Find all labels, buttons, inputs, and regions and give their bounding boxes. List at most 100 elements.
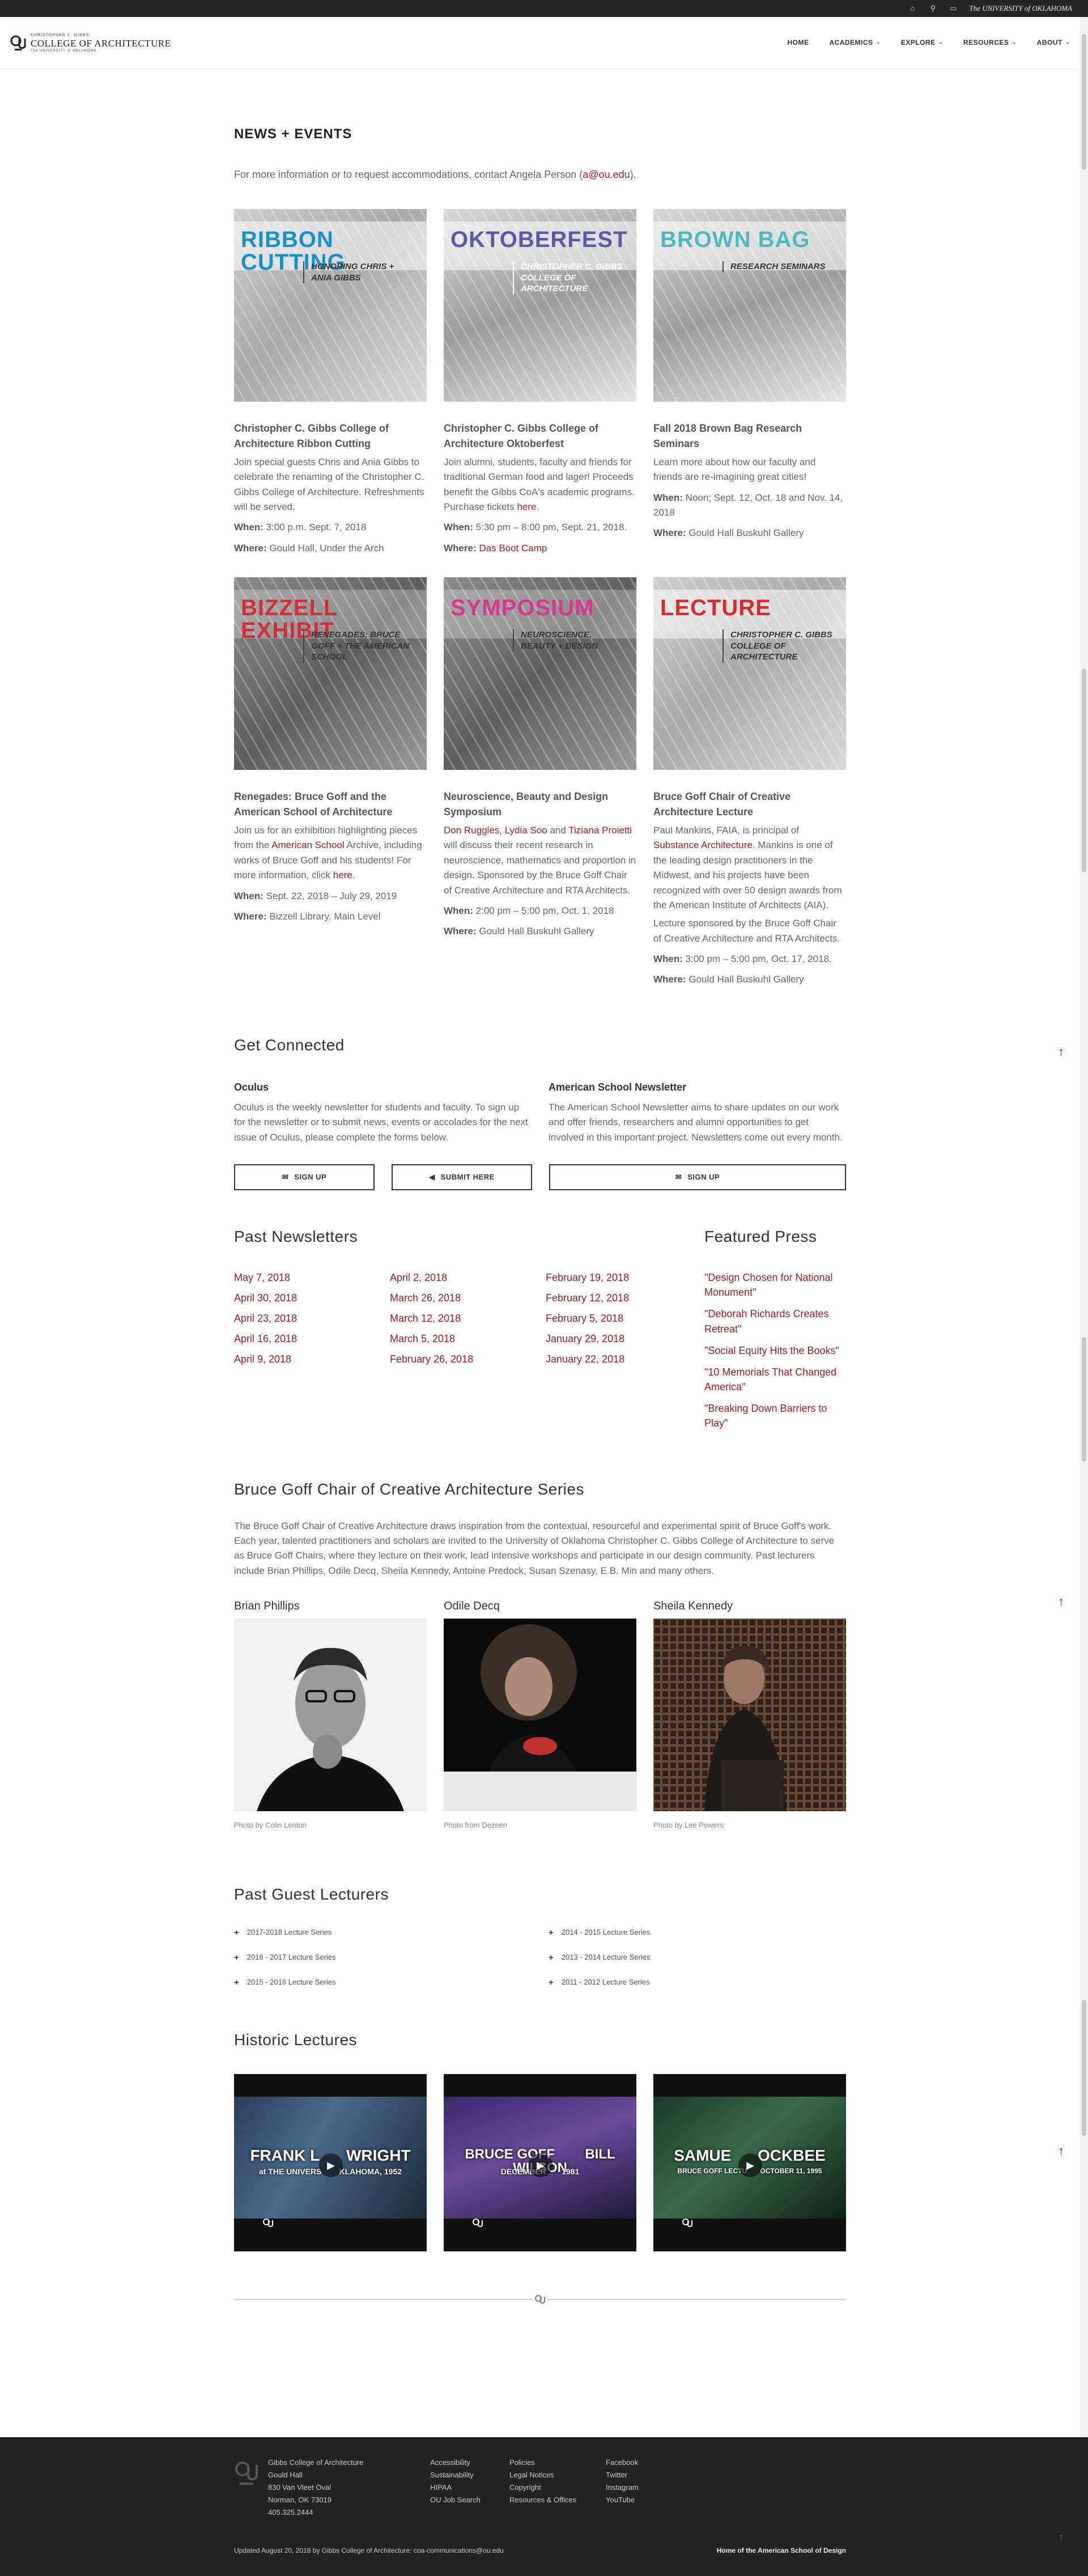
scrollbar[interactable] [1080, 17, 1088, 2576]
newsletter-link[interactable]: April 23, 2018 [234, 1311, 376, 1326]
play-icon[interactable]: ▶ [319, 2153, 343, 2177]
lecture-series-toggle[interactable]: +2015 - 2016 Lecture Series [234, 1975, 549, 1989]
photo-credit: Photo by Colin Lenton [234, 1820, 307, 1829]
video-player[interactable]: SAMUE OCKBEE BRUCE GOFF LECTU OCTOBER 11… [653, 2073, 846, 2251]
newsletter-link[interactable]: March 26, 2018 [390, 1291, 532, 1306]
event-when: 3:00 pm – 5:00 pm, Oct. 17, 2018. [685, 953, 832, 964]
footer-email-link[interactable]: coa-communications@ou.edu [414, 2547, 504, 2554]
footer-link[interactable]: Legal Notices [509, 2469, 606, 2481]
venue-link[interactable]: Das Boot Camp [479, 543, 547, 553]
press-link[interactable]: "10 Memorials That Changed America" [704, 1365, 846, 1394]
american-school-signup-button[interactable]: ✉ SIGN UP [549, 1164, 846, 1190]
nav-explore[interactable]: EXPLORE ⌄ [901, 37, 943, 48]
footer-link[interactable]: Policies [509, 2456, 606, 2469]
firm-link[interactable]: Substance Architecture [653, 840, 753, 850]
lecture-series-toggle[interactable]: +2011 - 2012 Lecture Series [549, 1975, 846, 1989]
footer-social-link[interactable]: Instagram [606, 2481, 685, 2494]
event-image[interactable]: OKTOBERFEST CHRISTOPHER C. GIBBS COLLEGE… [444, 209, 636, 402]
nav-about[interactable]: ABOUT ⌄ [1037, 37, 1070, 48]
newsletter-link[interactable]: February 19, 2018 [546, 1270, 687, 1285]
newsletter-link[interactable]: March 12, 2018 [390, 1311, 532, 1326]
speaker-link[interactable]: Don Ruggles [444, 825, 499, 836]
newsletter-link[interactable]: January 22, 2018 [546, 1352, 687, 1367]
american-school-newsletter-text: The American School Newsletter aims to s… [549, 1101, 843, 1143]
event-card: SYMPOSIUM NEUROSCIENCE, BEAUTY + DESIGN … [444, 577, 636, 987]
search-icon[interactable]: ⚲ [928, 5, 937, 12]
lecturer-photo [234, 1618, 427, 1811]
nav-academics[interactable]: ACADEMICS ⌄ [829, 37, 880, 48]
footer-link[interactable]: OU Job Search [430, 2494, 509, 2506]
footer-link[interactable]: HIPAA [430, 2481, 509, 2494]
oculus-signup-button[interactable]: ✉ SIGN UP [234, 1164, 375, 1190]
newsletter-link[interactable]: April 2, 2018 [390, 1270, 532, 1285]
more-info-link[interactable]: here [333, 870, 352, 880]
back-to-top-icon[interactable]: ↑ [1058, 2141, 1064, 2161]
newsletter-link[interactable]: January 29, 2018 [546, 1331, 687, 1347]
footer-tagline[interactable]: Home of the American School of Design [717, 2545, 846, 2556]
footer-social-link[interactable]: Facebook [606, 2456, 685, 2469]
college-logo[interactable]: CHRISTOPHER C. GIBBS COLLEGE OF ARCHITEC… [10, 33, 171, 53]
lecture-series-toggle[interactable]: +2013 - 2014 Lecture Series [549, 1951, 846, 1964]
newsletter-link[interactable]: February 26, 2018 [390, 1352, 532, 1367]
footer-social-link[interactable]: Twitter [606, 2469, 685, 2481]
event-image[interactable]: RIBBON CUTTING HONORING CHRIS + ANIA GIB… [234, 209, 427, 402]
lecture-series-toggle[interactable]: +2017-2018 Lecture Series [234, 1926, 549, 1939]
newsletter-link[interactable]: April 30, 2018 [234, 1291, 376, 1306]
nav-home[interactable]: HOME [787, 37, 809, 48]
historic-lectures-heading: Historic Lectures [234, 2031, 358, 2049]
chat-icon[interactable]: ▭ [949, 5, 958, 12]
speaker-link[interactable]: Tiziana Proietti [568, 825, 632, 836]
footer-link[interactable]: Accessibility [430, 2456, 509, 2469]
newsletter-link[interactable]: March 5, 2018 [390, 1331, 532, 1347]
back-to-top-icon[interactable]: ↑ [1058, 1042, 1064, 1062]
newsletter-link[interactable]: February 12, 2018 [546, 1291, 687, 1306]
event-image[interactable]: BIZZELL EXHIBIT RENEGADES: BRUCE GOFF + … [234, 577, 427, 770]
back-to-top-icon[interactable]: ↑ [1058, 2528, 1064, 2547]
event-image[interactable]: LECTURE CHRISTOPHER C. GIBBS COLLEGE OF … [653, 577, 846, 770]
lecturer-name: Odile Decq [444, 1599, 500, 1612]
event-where: Gould Hall Buskuhl Gallery [688, 974, 804, 985]
play-icon[interactable]: ▶ [738, 2153, 762, 2177]
newsletter-link[interactable]: May 7, 2018 [234, 1270, 376, 1285]
footer-link[interactable]: Sustainability [430, 2469, 509, 2481]
event-image[interactable]: BROWN BAG RESEARCH SEMINARS [653, 209, 846, 402]
ou-logo-icon [533, 2290, 547, 2308]
newsletter-link[interactable]: February 5, 2018 [546, 1311, 687, 1326]
main-content: NEWS + EVENTS For more information or to… [234, 124, 846, 2308]
ou-logo-icon [263, 2218, 273, 2227]
lecturer-photo [444, 1618, 636, 1811]
university-wordmark[interactable]: The UNIVERSITY of OKLAHOMA [969, 3, 1072, 14]
press-link[interactable]: "Design Chosen for National Monument" [704, 1270, 846, 1300]
press-link[interactable]: "Deborah Richards Creates Retreat" [704, 1306, 846, 1336]
chevron-down-icon: ⌄ [1012, 40, 1017, 45]
footer-link[interactable]: Resources & Offices [509, 2494, 606, 2506]
lecture-series-toggle[interactable]: +2014 - 2015 Lecture Series [549, 1926, 846, 1939]
lecturer-photo [653, 1618, 846, 1811]
contact-email-link[interactable]: a@ou.edu [583, 169, 630, 180]
home-icon[interactable]: ⌂ [908, 5, 917, 12]
past-guest-lecturers-heading: Past Guest Lecturers [234, 1885, 389, 1903]
footer-link[interactable]: Copyright [509, 2481, 606, 2494]
speaker-link[interactable]: Lydia Soo [505, 825, 547, 836]
newsletter-column: May 7, 2018 April 30, 2018 April 23, 201… [234, 1270, 376, 1372]
newsletter-link[interactable]: April 16, 2018 [234, 1331, 376, 1347]
newsletter-column: April 2, 2018 March 26, 2018 March 12, 2… [390, 1270, 532, 1372]
event-image[interactable]: SYMPOSIUM NEUROSCIENCE, BEAUTY + DESIGN [444, 577, 636, 770]
submit-news-button[interactable]: ◀ SUBMIT HERE [392, 1164, 532, 1190]
press-link[interactable]: "Breaking Down Barriers to Play" [704, 1401, 846, 1430]
video-player[interactable]: FRANK L WRIGHT at THE UNIVERS KLAHOMA, 1… [234, 2073, 427, 2251]
lecture-series-toggle[interactable]: +2016 - 2017 Lecture Series [234, 1951, 549, 1964]
lecturer-name: Sheila Kennedy [653, 1599, 733, 1612]
nav-resources[interactable]: RESOURCES ⌄ [963, 37, 1017, 48]
main-nav: HOME ACADEMICS ⌄ EXPLORE ⌄ RESOURCES ⌄ ABOU… [787, 37, 1070, 48]
event-image-subtitle: NEUROSCIENCE, BEAUTY + DESIGN [513, 629, 626, 652]
footer-social-link[interactable]: YouTube [606, 2494, 685, 2506]
american-school-link[interactable]: American School [271, 840, 345, 850]
tickets-link[interactable]: here [517, 501, 536, 512]
press-link[interactable]: "Social Equity Hits the Books" [704, 1343, 846, 1358]
ou-logo-icon [235, 2462, 258, 2485]
newsletter-link[interactable]: April 9, 2018 [234, 1352, 376, 1367]
back-to-top-icon[interactable]: ↑ [1058, 1592, 1064, 1611]
play-icon[interactable]: ▶ [529, 2153, 552, 2177]
video-player[interactable]: BRUCE GOFF BILL WILSON DECEMBER 1981 ▶ [444, 2073, 636, 2251]
